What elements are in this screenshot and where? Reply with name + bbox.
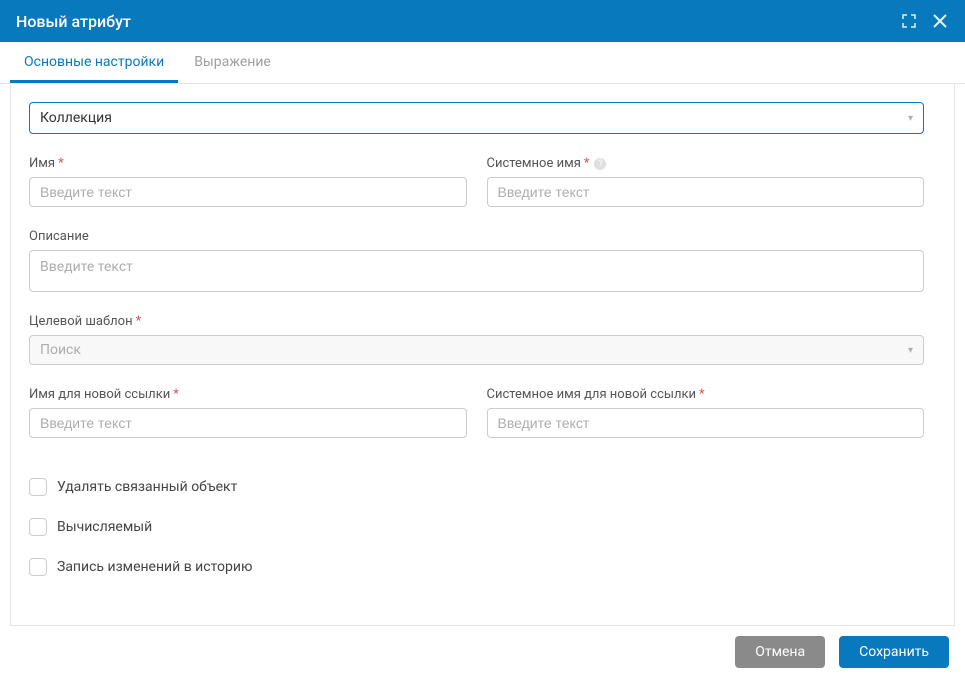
linksys-input[interactable] (487, 408, 925, 438)
target-template-placeholder: Поиск (40, 342, 908, 358)
modal-footer: Отмена Сохранить (0, 636, 965, 682)
name-input[interactable] (29, 177, 467, 207)
close-icon[interactable] (931, 12, 949, 30)
target-template-select[interactable]: Поиск ▾ (29, 335, 924, 365)
form-content: Коллекция ▾ Имя* Системное имя*? (10, 84, 955, 626)
help-icon[interactable]: ? (594, 158, 606, 170)
sysname-input[interactable] (487, 177, 925, 207)
description-input[interactable] (29, 250, 924, 292)
tab-expression[interactable]: Выражение (180, 42, 285, 83)
chevron-down-icon: ▾ (908, 113, 913, 124)
delete-related-label: Удалять связанный объект (57, 479, 237, 495)
linkname-input[interactable] (29, 408, 467, 438)
content-wrap: Коллекция ▾ Имя* Системное имя*? (0, 84, 965, 636)
attribute-type-select[interactable]: Коллекция ▾ (29, 102, 924, 134)
cancel-button[interactable]: Отмена (735, 636, 825, 668)
computed-checkbox[interactable] (29, 518, 47, 536)
save-button[interactable]: Сохранить (839, 636, 949, 668)
maximize-icon[interactable] (901, 13, 917, 29)
delete-related-checkbox[interactable] (29, 478, 47, 496)
description-label: Описание (29, 229, 924, 244)
audit-label: Запись изменений в историю (57, 559, 252, 575)
linkname-label: Имя для новой ссылки* (29, 387, 467, 402)
modal-header: Новый атрибут (0, 0, 965, 42)
sysname-label: Системное имя*? (487, 156, 925, 171)
new-attribute-modal: Новый атрибут Основные настройки Выражен… (0, 0, 965, 682)
tabs: Основные настройки Выражение (0, 42, 965, 84)
tab-main-settings[interactable]: Основные настройки (10, 42, 178, 83)
header-controls (901, 12, 949, 30)
audit-checkbox[interactable] (29, 558, 47, 576)
modal-title: Новый атрибут (16, 12, 901, 31)
target-template-label: Целевой шаблон* (29, 314, 924, 329)
linksys-label: Системное имя для новой ссылки* (487, 387, 925, 402)
name-label: Имя* (29, 156, 467, 171)
chevron-down-icon: ▾ (908, 345, 913, 356)
attribute-type-value: Коллекция (40, 110, 908, 126)
computed-label: Вычисляемый (57, 519, 152, 535)
